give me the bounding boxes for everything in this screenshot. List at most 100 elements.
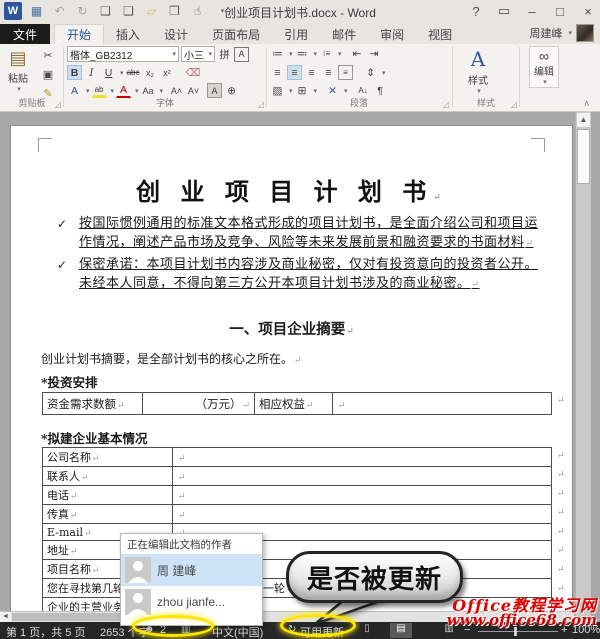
paste-button[interactable]: ▤ 粘贴 ▾	[6, 46, 30, 94]
table-row: 资金需求数额 （万元） 相应权益	[42, 392, 552, 415]
investment-table[interactable]: 资金需求数额 （万元） 相应权益	[42, 392, 552, 415]
list-item: ✓ 保密承诺：本项目计划书内容涉及商业秘密，仅对有投资意向的投资者公开。未经本人…	[57, 255, 543, 295]
bullet-text: 按国际惯例通用的标准文本格式形成的项目计划书，是全面介绍公司和项目运作情况，阐述…	[79, 216, 538, 250]
change-case-dropdown-icon[interactable]: ▾	[160, 87, 164, 95]
copy-icon[interactable]: ▣	[40, 67, 56, 82]
collapse-ribbon-button[interactable]: ∧	[583, 98, 590, 109]
shading-dropdown-icon[interactable]: ▾	[289, 87, 293, 95]
scroll-up-button[interactable]: ▲	[577, 113, 590, 127]
superscript-button[interactable]: x²	[160, 65, 175, 80]
table-cell[interactable]: 相应权益	[254, 392, 333, 415]
justify-button[interactable]: ≡	[321, 65, 336, 80]
list-item: ✓ 按国际惯例通用的标准文本格式形成的项目计划书，是全面介绍公司和项目运作情况，…	[57, 214, 543, 254]
author-item[interactable]: 周 建峰	[121, 554, 262, 586]
scroll-left-button[interactable]: ◄	[0, 612, 11, 622]
paragraph-group: ≔ ▾ ≕ ▾ ⁝≡ ▾ ⇤ ⇥ ≡ ≡ ≡ ≡ ≡ ⇕ ▾ ▨ ▾ ⊞ ▾ ✕ ▾ A↓ ¶	[268, 44, 450, 110]
table-cell[interactable]: 联系人	[42, 466, 173, 486]
section-heading: 一、项目企业摘要	[11, 318, 572, 339]
table-cell[interactable]: （万元）	[142, 392, 255, 415]
clipboard-dialog-launcher[interactable]: ◿	[55, 100, 61, 109]
table-cell[interactable]	[172, 485, 552, 505]
phonetic-guide-button[interactable]: 拼	[217, 47, 232, 62]
zoom-slider[interactable]	[478, 631, 558, 632]
author-item[interactable]: zhou jianfe...	[121, 586, 262, 618]
borders-dropdown-icon[interactable]: ▾	[314, 87, 318, 95]
distributed-button[interactable]: ≡	[338, 65, 353, 80]
tab-home[interactable]: 开始	[54, 24, 105, 44]
italic-button[interactable]: I	[84, 65, 99, 80]
font-color-dropdown-icon[interactable]: ▾	[135, 87, 139, 95]
table-cell[interactable]: 公司名称	[42, 447, 173, 467]
vertical-scrollbar-thumb[interactable]	[577, 129, 590, 184]
tab-view[interactable]: 视图	[416, 24, 464, 44]
character-border-button[interactable]: A	[234, 46, 249, 62]
company-info-label: *拟建企业基本情况	[41, 431, 148, 446]
table-cell[interactable]	[172, 504, 552, 524]
tab-design[interactable]: 设计	[152, 24, 200, 44]
bullets-dropdown-icon[interactable]: ▾	[289, 50, 293, 58]
language-indicator[interactable]: 中文(中国)	[212, 624, 263, 639]
table-cell[interactable]: 电话	[42, 485, 173, 505]
font-size-combobox[interactable]: 小三 ▾	[181, 46, 215, 62]
bullets-button[interactable]: ≔	[270, 46, 285, 61]
tab-references[interactable]: 引用	[272, 24, 320, 44]
page-number-indicator[interactable]: 第 1 页，共 5 页	[6, 624, 85, 639]
underline-dropdown-icon[interactable]: ▾	[120, 69, 124, 77]
ribbon-display-options-button[interactable]: ▭	[496, 3, 512, 19]
multilevel-list-button[interactable]: ⁝≡	[319, 46, 334, 61]
font-dialog-launcher[interactable]: ◿	[258, 100, 264, 109]
tab-review[interactable]: 审阅	[368, 24, 416, 44]
strikethrough-button[interactable]: abc	[126, 65, 141, 80]
close-button[interactable]: ×	[580, 4, 596, 19]
underline-button[interactable]: U	[101, 65, 116, 80]
line-spacing-dropdown-icon[interactable]: ▾	[382, 69, 386, 77]
table-cell[interactable]: 传真	[42, 504, 173, 524]
table-cell[interactable]: 资金需求数额	[42, 392, 143, 415]
decrease-indent-button[interactable]: ⇤	[350, 46, 365, 61]
table-cell[interactable]	[172, 447, 552, 467]
line-spacing-button[interactable]: ⇕	[363, 65, 378, 80]
align-center-button[interactable]: ≡	[287, 65, 302, 80]
editing-group: ∞ 编辑 ▾	[521, 44, 575, 110]
clear-formatting-button[interactable]: ⌫	[185, 65, 202, 80]
row-end-mark	[556, 546, 568, 556]
font-size-value: 小三	[184, 50, 204, 62]
increase-indent-button[interactable]: ⇥	[367, 46, 382, 61]
account-dropdown-icon: ▾	[568, 30, 572, 37]
find-binoculars-icon: ∞	[539, 47, 549, 64]
paste-dropdown-icon: ▾	[17, 86, 21, 93]
asian-layout-dropdown-icon[interactable]: ▾	[344, 87, 348, 95]
font-name-combobox[interactable]: 楷体_GB2312 ▾	[67, 46, 179, 62]
editing-button[interactable]: ∞ 编辑 ▾	[529, 46, 559, 88]
tab-insert[interactable]: 插入	[104, 24, 152, 44]
align-left-button[interactable]: ≡	[270, 65, 285, 80]
text-effects-dropdown-icon[interactable]: ▾	[86, 87, 90, 95]
site-watermark: Office教程学习网 www.office68.com	[447, 598, 597, 628]
tab-file[interactable]: 文件	[0, 24, 51, 44]
numbering-button[interactable]: ≕	[295, 46, 310, 61]
table-row: 电话	[42, 485, 552, 505]
help-button[interactable]: ?	[468, 4, 484, 19]
author-avatar-icon	[125, 589, 151, 615]
multilevel-dropdown-icon[interactable]: ▾	[338, 50, 342, 58]
table-cell[interactable]	[172, 466, 552, 486]
styles-dialog-launcher[interactable]: ◿	[511, 100, 517, 109]
restore-button[interactable]: □	[552, 4, 568, 19]
bold-button[interactable]: B	[67, 65, 82, 80]
tab-mailings[interactable]: 邮件	[320, 24, 368, 44]
document-page[interactable]: 创 业 项 目 计 划 书 ✓ 按国际惯例通用的标准文本格式形成的项目计划书，是…	[10, 125, 573, 622]
tab-page-layout[interactable]: 页面布局	[200, 24, 272, 44]
vertical-scrollbar[interactable]: ▲	[575, 112, 591, 622]
paragraph-dialog-launcher[interactable]: ◿	[443, 100, 449, 109]
minimize-button[interactable]: –	[524, 4, 540, 19]
highlight-dropdown-icon[interactable]: ▾	[111, 87, 115, 95]
cut-icon[interactable]: ✂	[40, 48, 56, 63]
account-menu[interactable]: 周建峰 ▾	[529, 24, 594, 42]
table-cell[interactable]	[332, 392, 552, 415]
font-name-dropdown-icon: ▾	[172, 51, 176, 58]
intro-paragraph: 创业计划书摘要，是全部计划书的核心之所在。	[41, 350, 302, 367]
numbering-dropdown-icon[interactable]: ▾	[314, 50, 318, 58]
styles-button[interactable]: A 样式 ▾	[464, 46, 492, 95]
align-right-button[interactable]: ≡	[304, 65, 319, 80]
subscript-button[interactable]: x₂	[143, 65, 158, 80]
